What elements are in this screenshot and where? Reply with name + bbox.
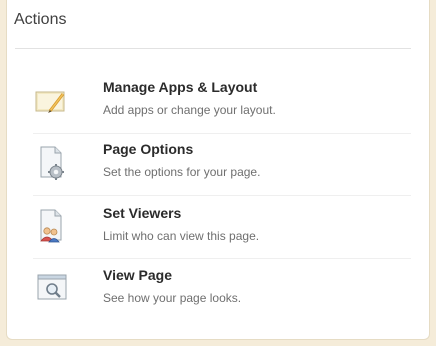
edit-layout-icon [32, 81, 72, 121]
action-label: View Page [103, 267, 173, 283]
row-divider [33, 258, 411, 259]
action-manage-apps-layout[interactable]: Manage Apps & Layout Add apps or change … [32, 79, 412, 135]
panel-title: Actions [14, 11, 67, 28]
page-gear-icon [32, 143, 72, 183]
action-label: Set Viewers [103, 205, 182, 221]
page-people-icon [32, 207, 72, 247]
action-label: Page Options [103, 141, 194, 157]
title-divider [15, 48, 411, 49]
row-divider [33, 195, 411, 196]
action-description: See how your page looks. [103, 291, 242, 305]
row-divider [33, 133, 411, 134]
action-description: Add apps or change your layout. [103, 103, 276, 117]
action-page-options[interactable]: Page Options Set the options for your pa… [32, 141, 412, 197]
action-description: Set the options for your page. [103, 165, 261, 179]
page-magnifier-icon [32, 269, 72, 309]
action-label: Manage Apps & Layout [103, 79, 258, 95]
actions-panel: Actions Manage Apps & Layout Add apps or… [6, 0, 430, 340]
action-view-page[interactable]: View Page See how your page looks. [32, 267, 412, 323]
action-set-viewers[interactable]: Set Viewers Limit who can view this page… [32, 205, 412, 261]
action-description: Limit who can view this page. [103, 229, 260, 243]
